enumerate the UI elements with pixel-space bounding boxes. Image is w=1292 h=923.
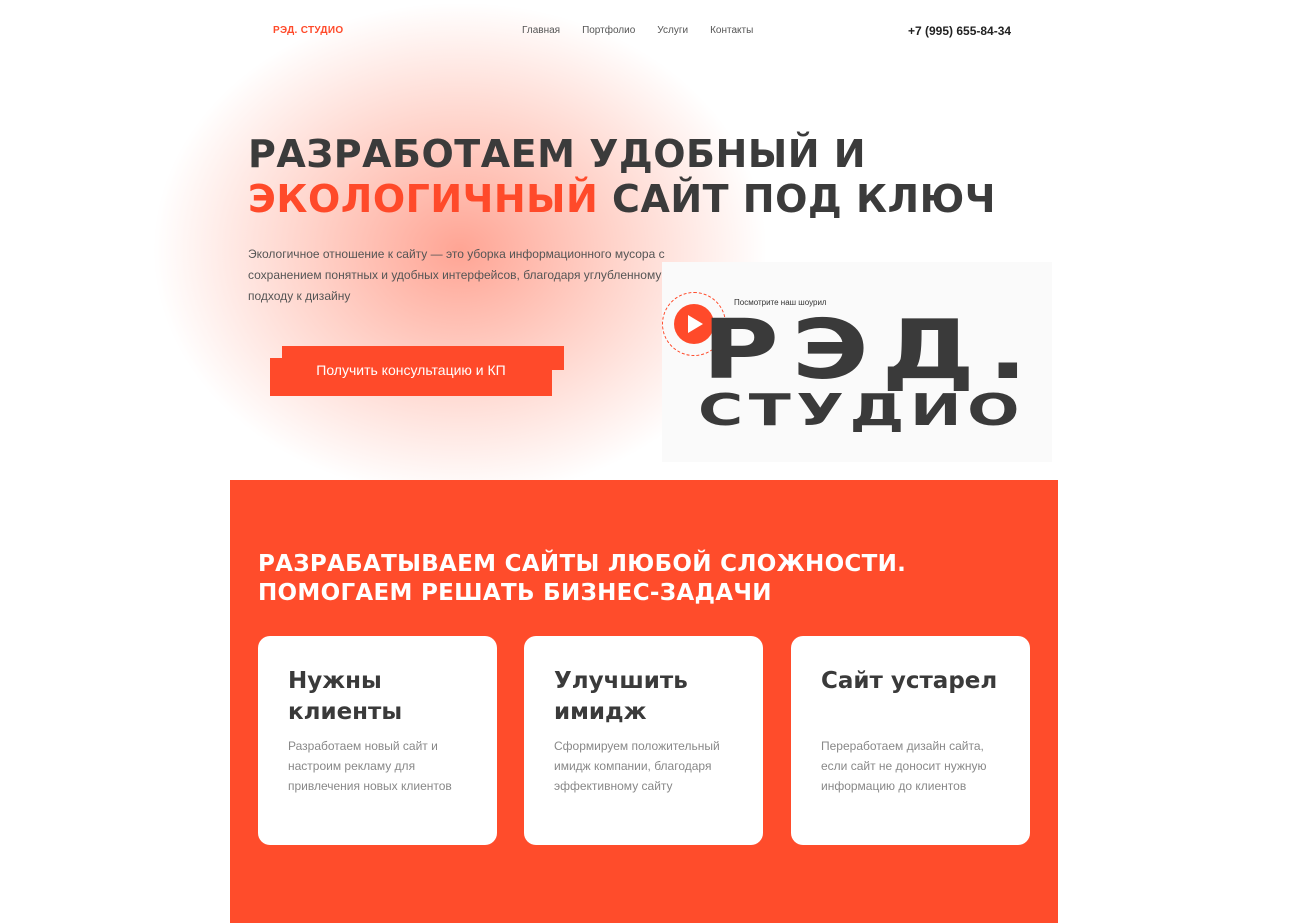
cta-wrapper: Получить консультацию и КП [270, 346, 564, 396]
service-card-title: Нужны клиенты [288, 668, 403, 725]
service-card-outdated[interactable]: Сайт устарел Переработаем дизайн сайта, … [791, 636, 1030, 845]
service-card-text: Переработаем дизайн сайта, если сайт не … [821, 739, 987, 793]
nav-contacts[interactable]: Контакты [710, 25, 753, 36]
hero-title-accent: ЭКОЛОГИЧНЫЙ [248, 177, 599, 221]
site-header: РЭД. СТУДИО Главная Портфолио Услуги Кон… [0, 0, 1292, 64]
consultation-button[interactable]: Получить консультацию и КП [270, 358, 552, 396]
services-section: РАЗРАБАТЫВАЕМ САЙТЫ ЛЮБОЙ СЛОЖНОСТИ. ПОМ… [230, 480, 1058, 923]
service-card-title: Улучшить имидж [554, 668, 688, 725]
hero-description: Экологичное отношение к сайту — это убор… [248, 247, 665, 303]
nav-portfolio[interactable]: Портфолио [582, 25, 635, 36]
services-title-line2: ПОМОГАЕМ РЕШАТЬ БИЗНЕС-ЗАДАЧИ [258, 580, 772, 606]
hero-title-line1: РАЗРАБОТАЕМ УДОБНЫЙ И [248, 132, 867, 176]
hero-title-line2: САЙТ ПОД КЛЮЧ [598, 177, 996, 221]
main-nav: Главная Портфолио Услуги Контакты [522, 25, 753, 36]
header-logo[interactable]: РЭД. СТУДИО [273, 25, 343, 36]
showreel-block: Посмотрите наш шоурил РЭД. СТУДИО [662, 262, 1052, 462]
nav-services[interactable]: Услуги [657, 25, 688, 36]
header-phone[interactable]: +7 (995) 655-84-34 [908, 24, 1011, 38]
studio-logo-line1: РЭД. [702, 303, 1041, 398]
service-card-title: Сайт устарел [821, 668, 998, 694]
services-title: РАЗРАБАТЫВАЕМ САЙТЫ ЛЮБОЙ СЛОЖНОСТИ. ПОМ… [258, 550, 906, 608]
service-card-text: Сформируем положительный имидж компании,… [554, 739, 720, 793]
studio-logo-line2: СТУДИО [698, 385, 1026, 436]
nav-home[interactable]: Главная [522, 25, 560, 36]
hero-title: РАЗРАБОТАЕМ УДОБНЫЙ И ЭКОЛОГИЧНЫЙ САЙТ П… [248, 132, 996, 222]
service-card-text: Разработаем новый сайт и настроим реклам… [288, 739, 452, 793]
service-card-clients[interactable]: Нужны клиенты Разработаем новый сайт и н… [258, 636, 497, 845]
consultation-button-label: Получить консультацию и КП [316, 362, 506, 378]
services-title-line1: РАЗРАБАТЫВАЕМ САЙТЫ ЛЮБОЙ СЛОЖНОСТИ. [258, 551, 907, 577]
service-card-image[interactable]: Улучшить имидж Сформируем положительный … [524, 636, 763, 845]
